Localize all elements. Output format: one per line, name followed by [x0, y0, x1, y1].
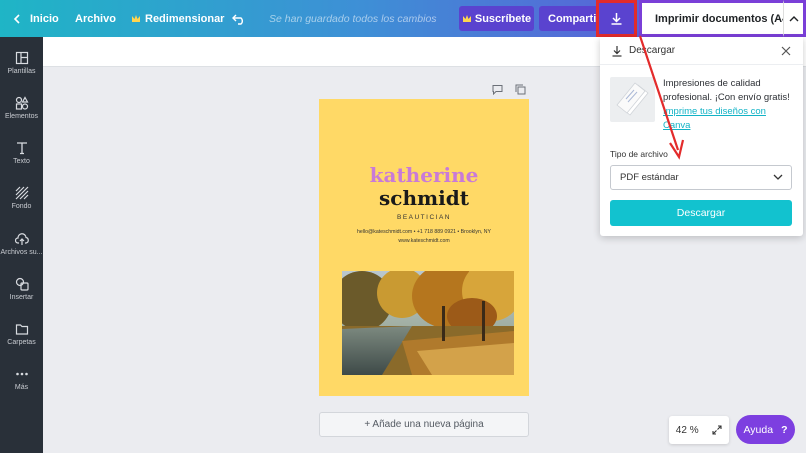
print-preview-thumbnail — [610, 77, 655, 122]
promo-link[interactable]: Imprime tus diseños con Canva — [663, 106, 766, 131]
templates-icon — [15, 51, 28, 65]
text-icon — [16, 142, 27, 155]
promo-text: Impresiones de calidad profesional. ¡Con… — [663, 78, 790, 103]
background-icon — [15, 186, 28, 200]
sidebar-item-templates[interactable]: Plantillas — [0, 42, 43, 84]
sidebar-item-label: Insertar — [9, 294, 34, 301]
resize-button[interactable]: Redimensionar — [131, 0, 224, 37]
comment-icon — [492, 85, 503, 96]
upload-icon — [14, 233, 29, 245]
add-page-button[interactable]: + Añade una nueva página — [319, 412, 529, 437]
chevron-down-icon — [773, 174, 783, 180]
photo-illustration — [342, 271, 514, 375]
help-button[interactable]: Ayuda ? — [736, 415, 795, 444]
resize-label: Redimensionar — [145, 12, 225, 25]
panel-title: Descargar — [629, 45, 676, 56]
confirm-download-button[interactable]: Descargar — [610, 200, 792, 226]
subscribe-label: Suscríbete — [474, 12, 532, 25]
elements-icon — [15, 96, 29, 110]
sidebar-item-elements[interactable]: Elementos — [0, 87, 43, 129]
question-icon: ? — [781, 423, 788, 436]
sidebar-item-label: Carpetas — [7, 339, 36, 346]
contact-line[interactable]: hello@kateschmidt.com • +1 718 889 0921 … — [319, 229, 529, 235]
download-button[interactable] — [596, 0, 637, 37]
chevron-left-icon — [13, 13, 20, 24]
file-menu-button[interactable]: Archivo — [75, 0, 116, 37]
sidebar-item-more[interactable]: Más — [0, 358, 43, 400]
sidebar-item-folders[interactable]: Carpetas — [0, 313, 43, 355]
share-button[interactable]: Compartir — [539, 6, 596, 31]
panel-header: Descargar — [600, 37, 803, 65]
file-type-value: PDF estándar — [620, 172, 679, 183]
first-name-text[interactable]: katherine — [319, 163, 529, 187]
zoom-control[interactable]: 42 % — [669, 416, 729, 444]
sidebar-item-uploads[interactable]: Archivos su... — [0, 223, 43, 265]
zoom-level: 42 % — [675, 424, 699, 436]
print-button[interactable]: Imprimir documentos (A4) — [639, 0, 792, 37]
download-icon — [612, 46, 622, 57]
close-icon[interactable] — [781, 46, 791, 56]
file-type-select[interactable]: PDF estándar — [610, 165, 792, 190]
undo-icon — [232, 14, 243, 25]
file-type-label: Tipo de archivo — [610, 149, 668, 159]
crown-icon — [462, 15, 471, 22]
print-options-button[interactable] — [783, 0, 806, 37]
sidebar-item-text[interactable]: Texto — [0, 132, 43, 174]
download-panel: Descargar Impresiones de calidad profesi… — [600, 37, 803, 236]
home-button[interactable]: Inicio — [12, 0, 59, 37]
autumn-park-photo[interactable] — [342, 271, 514, 375]
top-bar: Inicio Archivo Redimensionar Se han guar… — [0, 0, 806, 37]
folder-icon — [15, 324, 28, 335]
comment-button[interactable] — [492, 82, 503, 100]
sidebar-item-background[interactable]: Fondo — [0, 177, 43, 219]
sidebar-item-label: Fondo — [11, 203, 32, 210]
sidebar-item-embed[interactable]: Insertar — [0, 268, 43, 310]
home-label: Inicio — [30, 12, 59, 25]
last-name-text[interactable]: schmidt — [319, 186, 529, 210]
more-icon — [15, 372, 28, 376]
website-line[interactable]: www.kateschmidt.com — [319, 238, 529, 244]
design-page[interactable]: katherine schmidt BEAUTICIAN hello@kates… — [319, 99, 529, 396]
embed-icon — [15, 277, 29, 291]
sidebar-item-label: Más — [14, 384, 29, 391]
chevron-up-icon — [789, 15, 798, 21]
expand-icon[interactable] — [712, 425, 722, 435]
sidebar-item-label: Elementos — [4, 113, 39, 120]
crown-icon — [132, 15, 140, 22]
copy-icon — [515, 84, 526, 95]
save-status: Se han guardado todos los cambios — [269, 12, 437, 25]
sidebar: Plantillas Elementos Texto Fondo Archivo… — [0, 37, 43, 453]
undo-button[interactable] — [232, 0, 246, 37]
print-promo: Impresiones de calidad profesional. ¡Con… — [663, 77, 793, 133]
sidebar-item-label: Archivos su... — [0, 249, 43, 256]
duplicate-page-button[interactable] — [515, 82, 526, 100]
print-label: Imprimir documentos (A4) — [655, 12, 792, 25]
paper-stack-icon — [616, 82, 649, 116]
help-label: Ayuda — [743, 423, 774, 436]
sidebar-item-label: Texto — [13, 158, 30, 165]
sidebar-item-label: Plantillas — [7, 68, 36, 75]
role-text[interactable]: BEAUTICIAN — [319, 214, 529, 221]
download-icon — [611, 13, 622, 25]
subscribe-button[interactable]: Suscríbete — [459, 6, 534, 31]
